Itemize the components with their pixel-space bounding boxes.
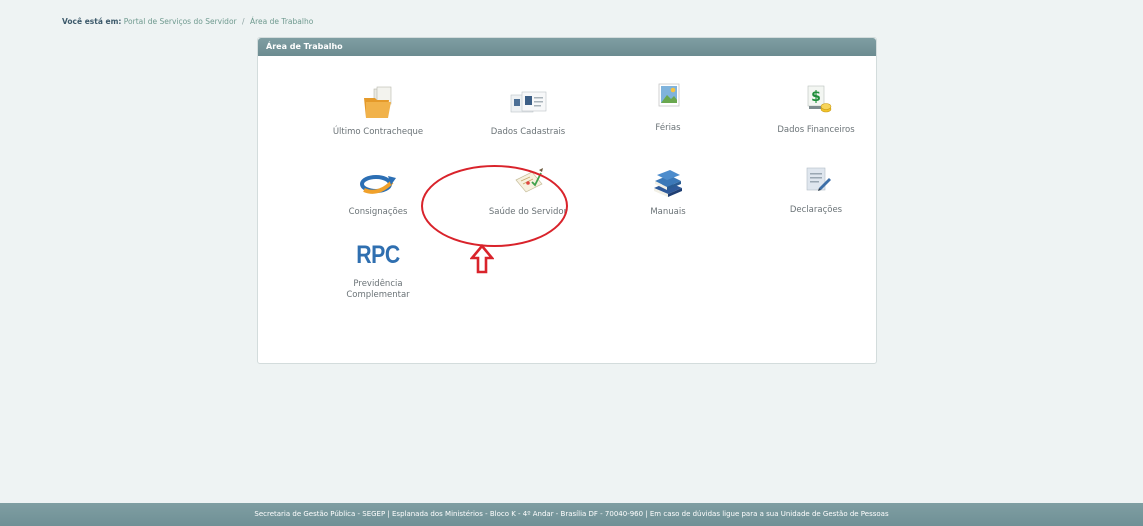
tile-ferias[interactable]: Férias <box>588 82 748 134</box>
footer: Secretaria de Gestão Pública - SEGEP | E… <box>0 503 1143 526</box>
money-icon: $ <box>807 85 832 113</box>
tile-label: Férias <box>655 123 681 133</box>
breadcrumb-link-area-trabalho[interactable]: Área de Trabalho <box>250 17 313 26</box>
tile-label: Declarações <box>789 205 843 215</box>
panel-title: Área de Trabalho <box>258 38 876 56</box>
breadcrumb-link-portal[interactable]: Portal de Serviços do Servidor <box>124 17 237 26</box>
tile-ultimo-contracheque[interactable]: Último Contracheque <box>298 86 458 138</box>
tile-label: Previdência Complementar <box>346 279 410 300</box>
loan-arrow-icon <box>360 175 396 194</box>
breadcrumb-label: Você está em: <box>62 17 122 26</box>
rpc-logo: RPC <box>356 241 400 269</box>
breadcrumb: Você está em: Portal de Serviços do Serv… <box>62 17 313 26</box>
tile-previdencia-complementar[interactable]: RPC Previdência Complementar <box>298 238 458 301</box>
breadcrumb-separator: / <box>242 17 245 26</box>
tile-declaracoes[interactable]: Declarações <box>736 164 896 216</box>
vacation-picture-icon <box>658 83 680 107</box>
id-cards-icon <box>510 91 547 113</box>
page: Você está em: Portal de Serviços do Serv… <box>0 0 1143 526</box>
svg-text:$: $ <box>811 89 821 105</box>
document-pen-icon <box>806 167 831 191</box>
tile-label: Dados Financeiros <box>777 125 855 135</box>
tile-label: Manuais <box>650 207 686 217</box>
up-arrow-icon <box>470 244 494 274</box>
tile-dados-financeiros[interactable]: $ Dados Financeiros <box>736 84 896 136</box>
tile-label: Último Contracheque <box>332 127 424 137</box>
tile-label: Dados Cadastrais <box>490 127 566 137</box>
folder-icon <box>364 86 392 118</box>
highlight-ellipse <box>421 165 568 247</box>
books-icon <box>654 170 682 197</box>
tile-dados-cadastrais[interactable]: Dados Cadastrais <box>448 86 608 138</box>
tile-manuais[interactable]: Manuais <box>588 166 748 218</box>
